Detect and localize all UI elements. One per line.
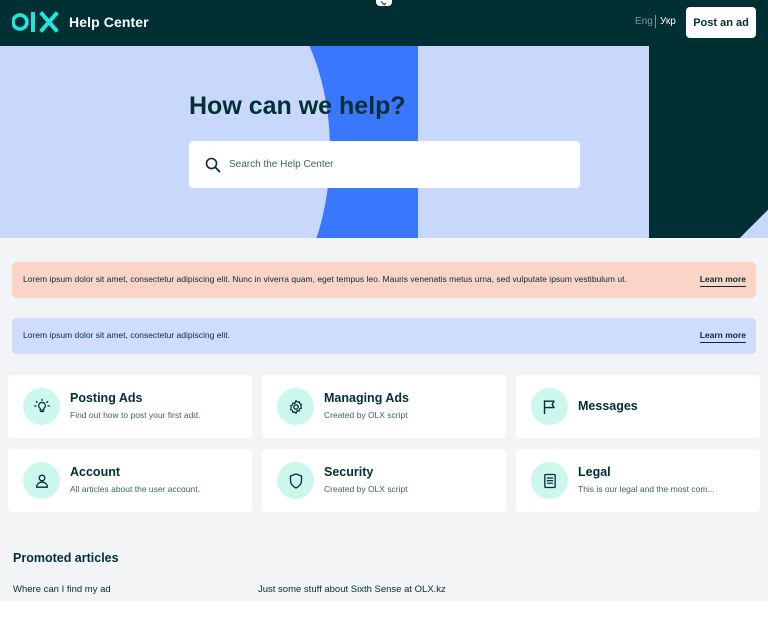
notice-banner-2: Lorem ipsum dolor sit amet, consectetur … (12, 318, 756, 354)
promoted-article-link[interactable]: Just some stuff about Sixth Sense at OLX… (258, 584, 446, 595)
card-title: Messages (578, 399, 638, 413)
language-english-link[interactable]: Eng (635, 16, 653, 27)
language-ukrainian-link[interactable]: Укр (660, 16, 676, 27)
gear-icon (277, 388, 314, 425)
learn-more-link[interactable]: Learn more (699, 274, 746, 287)
hero-dark-shape (649, 46, 768, 238)
document-icon (531, 462, 568, 499)
user-icon (23, 462, 60, 499)
promoted-article-link[interactable]: Where can I find my ad (13, 584, 111, 595)
category-card-messages[interactable]: Messages (516, 375, 760, 438)
category-card-legal[interactable]: Legal This is our legal and the most com… (516, 449, 760, 512)
banner-text: Lorem ipsum dolor sit amet, consectetur … (23, 330, 230, 340)
card-subtitle: Find out how to post your first add. (70, 410, 201, 420)
shield-icon (277, 462, 314, 499)
card-title: Legal (578, 465, 611, 479)
olx-logo-icon[interactable] (12, 10, 60, 34)
category-card-managing-ads[interactable]: Managing Ads Created by OLX script (262, 375, 506, 438)
card-subtitle: All articles about the user account. (70, 484, 200, 494)
category-card-posting-ads[interactable]: Posting Ads Find out how to post your fi… (8, 375, 252, 438)
search-icon (205, 157, 221, 173)
site-title[interactable]: Help Center (69, 14, 149, 30)
card-title: Account (70, 465, 120, 479)
lightbulb-icon (23, 388, 60, 425)
card-subtitle: This is our legal and the most com... (578, 484, 715, 494)
category-card-account[interactable]: Account All articles about the user acco… (8, 449, 252, 512)
banner-text: Lorem ipsum dolor sit amet, consectetur … (23, 274, 627, 284)
category-card-security[interactable]: Security Created by OLX script (262, 449, 506, 512)
hero-title: How can we help? (189, 92, 406, 120)
footer-area (0, 601, 768, 630)
search-box[interactable] (189, 141, 580, 188)
collapse-tab-chevron-icon[interactable] (376, 0, 392, 6)
top-header: Help Center Eng Укр Post an ad (0, 0, 768, 46)
card-subtitle: Created by OLX script (324, 410, 408, 420)
card-subtitle: Created by OLX script (324, 484, 408, 494)
post-an-ad-button[interactable]: Post an ad (686, 7, 756, 38)
card-title: Security (324, 465, 374, 479)
promoted-articles-heading: Promoted articles (13, 551, 119, 565)
hero-section: How can we help? (0, 46, 768, 238)
card-title: Posting Ads (70, 391, 143, 405)
flag-icon (531, 388, 568, 425)
language-divider (655, 15, 656, 28)
search-input[interactable] (229, 141, 569, 188)
learn-more-link[interactable]: Learn more (699, 330, 746, 343)
card-title: Managing Ads (324, 391, 409, 405)
notice-banner-1: Lorem ipsum dolor sit amet, consectetur … (12, 262, 756, 298)
